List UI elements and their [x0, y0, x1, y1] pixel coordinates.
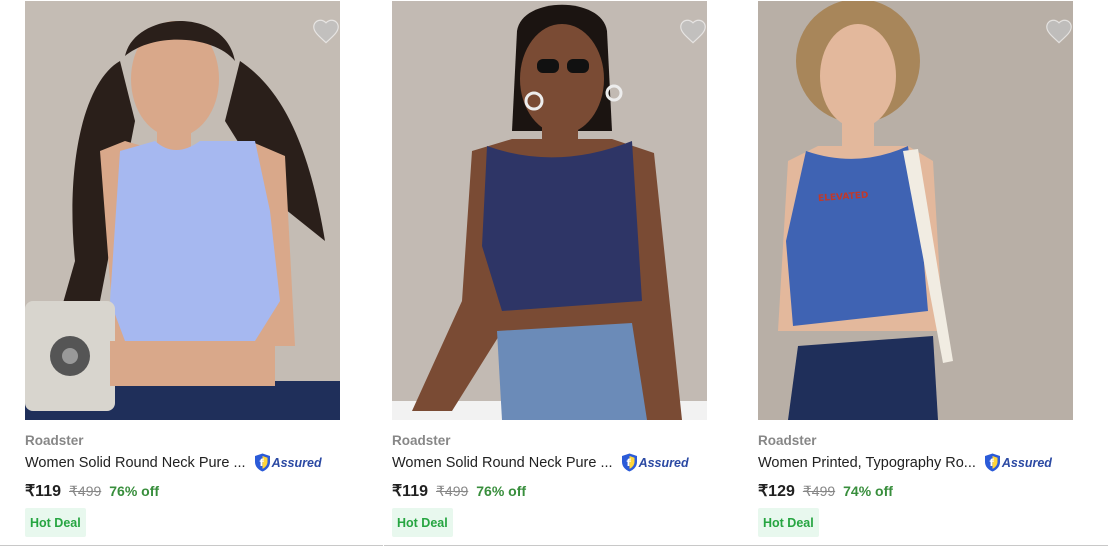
product-title[interactable]: Women Solid Round Neck Pure ...: [25, 455, 246, 471]
product-image[interactable]: ELEVATED: [758, 1, 1073, 420]
discount-percent: 74% off: [843, 483, 893, 499]
assured-badge: f Assured: [984, 453, 1052, 472]
product-image[interactable]: [25, 1, 340, 420]
title-row: Women Solid Round Neck Pure ... f Assure…: [392, 453, 689, 472]
title-row: Women Solid Round Neck Pure ... f Assure…: [25, 453, 322, 472]
svg-text:f: f: [626, 458, 631, 469]
selling-price: ₹129: [758, 483, 795, 500]
price-row: ₹119 ₹499 76% off: [25, 481, 159, 501]
hot-deal-badge: Hot Deal: [758, 508, 819, 537]
hot-deal-badge: Hot Deal: [25, 508, 86, 537]
discount-percent: 76% off: [476, 483, 527, 499]
original-price: ₹499: [802, 483, 836, 499]
hot-deal-badge: Hot Deal: [392, 508, 453, 537]
product-brand: Roadster: [25, 433, 84, 448]
heart-icon: [680, 19, 706, 44]
title-row: Women Printed, Typography Ro... f Assure…: [758, 453, 1052, 472]
assured-label: Assured: [1001, 455, 1052, 470]
selling-price: ₹119: [392, 483, 428, 500]
product-title[interactable]: Women Printed, Typography Ro...: [758, 455, 976, 471]
product-card[interactable]: Roadster Women Solid Round Neck Pure ...…: [0, 0, 383, 546]
product-image[interactable]: [392, 1, 707, 420]
product-card[interactable]: ELEVATED Roadster Women Printed, Typogra…: [741, 0, 1108, 546]
original-price: ₹499: [436, 483, 469, 499]
model-image: ELEVATED: [758, 1, 1073, 420]
original-price: ₹499: [69, 483, 102, 499]
heart-icon: [1046, 19, 1072, 44]
flipkart-assured-shield-icon: f: [621, 453, 637, 472]
price-row: ₹119 ₹499 76% off: [392, 481, 526, 501]
assured-badge: f Assured: [621, 453, 689, 472]
svg-text:f: f: [259, 458, 264, 469]
assured-label: Assured: [638, 455, 689, 470]
wishlist-button[interactable]: [676, 15, 707, 47]
wishlist-button[interactable]: [1042, 15, 1073, 47]
product-title[interactable]: Women Solid Round Neck Pure ...: [392, 455, 613, 471]
product-brand: Roadster: [758, 433, 817, 448]
discount-percent: 76% off: [109, 483, 160, 499]
wishlist-button[interactable]: [309, 15, 340, 47]
product-card[interactable]: Roadster Women Solid Round Neck Pure ...…: [384, 0, 742, 546]
product-brand: Roadster: [392, 433, 451, 448]
assured-label: Assured: [271, 455, 322, 470]
assured-badge: f Assured: [254, 453, 322, 472]
model-image: [25, 1, 340, 420]
heart-icon: [313, 19, 339, 44]
flipkart-assured-shield-icon: f: [984, 453, 1000, 472]
svg-text:f: f: [989, 458, 994, 469]
selling-price: ₹119: [25, 483, 61, 500]
price-row: ₹129 ₹499 74% off: [758, 481, 893, 501]
flipkart-assured-shield-icon: f: [254, 453, 270, 472]
product-grid: Roadster Women Solid Round Neck Pure ...…: [0, 0, 1108, 546]
model-image: [392, 1, 707, 420]
